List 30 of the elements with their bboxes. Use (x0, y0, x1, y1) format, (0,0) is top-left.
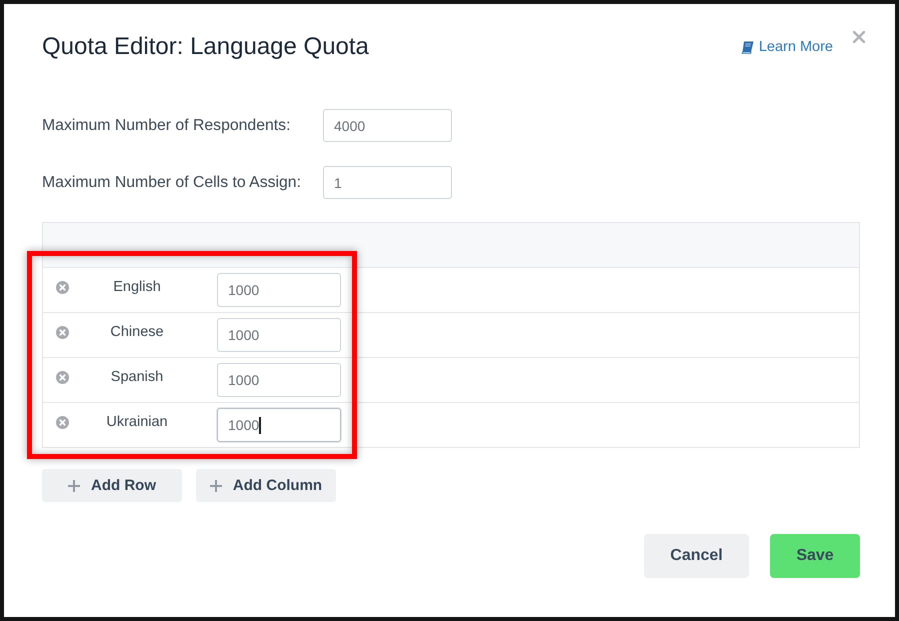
input-field[interactable]: 4000 (323, 109, 452, 142)
add-row-button[interactable]: Add Row (42, 469, 182, 502)
language-label: Spanish (110, 369, 164, 385)
field-label: Maximum Number of Cells to Assign: (42, 174, 302, 192)
cancel-button[interactable]: Cancel (644, 534, 749, 578)
field-label: Maximum Number of Respondents: (42, 116, 292, 134)
language-label: English (112, 279, 162, 295)
save-button[interactable]: Save (770, 534, 860, 578)
quota-input-field[interactable]: 1000 (217, 363, 341, 397)
input-field[interactable]: 1 (323, 166, 452, 199)
quota-input-field[interactable]: 1000 (217, 273, 341, 307)
x-circle-icon (56, 371, 69, 384)
quota-input-field[interactable]: 1000 (217, 408, 341, 442)
x-circle-icon (56, 281, 69, 294)
dialog-title: Quota Editor: Language Quota (42, 32, 369, 62)
x-circle-icon (56, 326, 69, 339)
remove-row-button[interactable] (56, 281, 69, 294)
add-column-button[interactable]: Add Column (196, 469, 336, 502)
book-icon (740, 40, 754, 54)
language-label: Chinese (109, 324, 165, 340)
remove-row-button[interactable] (56, 416, 69, 429)
plus-icon (68, 480, 80, 492)
remove-row-button[interactable] (56, 371, 69, 384)
close-icon[interactable] (853, 31, 865, 43)
quota-input-field[interactable]: 1000 (217, 318, 341, 352)
learn-more-link[interactable]: Learn More (740, 39, 833, 55)
remove-row-button[interactable] (56, 326, 69, 339)
x-circle-icon (56, 416, 69, 429)
plus-icon (210, 480, 222, 492)
language-label: Ukrainian (105, 414, 169, 430)
